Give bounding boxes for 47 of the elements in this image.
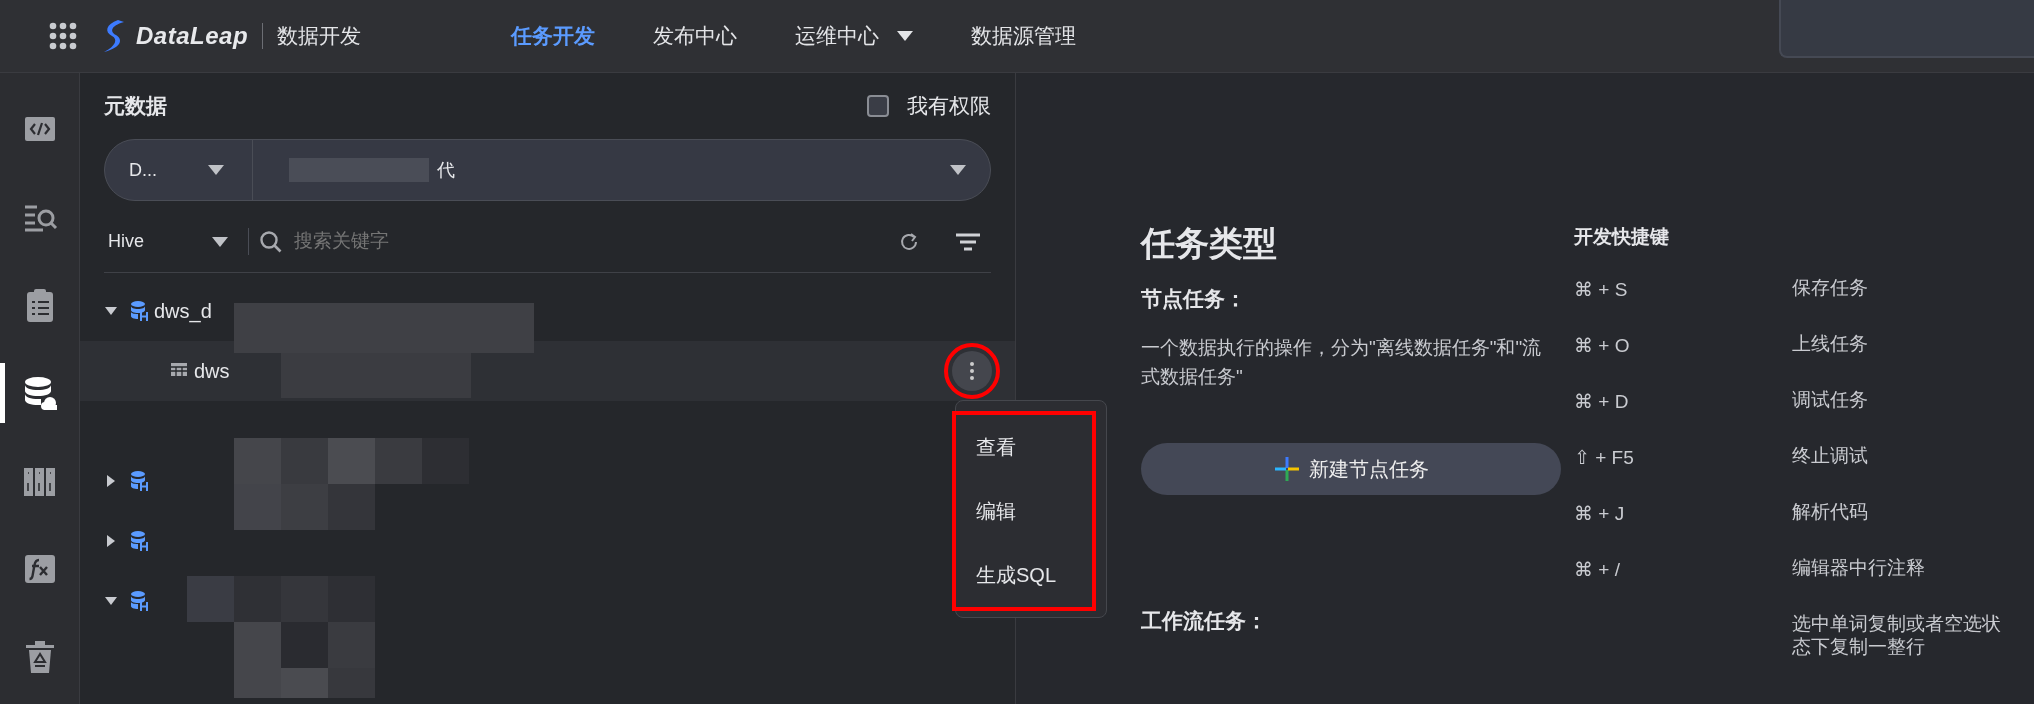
brand-name: DataLeap — [136, 21, 249, 51]
refresh-icon[interactable] — [898, 230, 920, 253]
nav-tab[interactable]: 运维中心 — [795, 20, 914, 52]
tree-label: dws — [194, 359, 230, 384]
section-heading: 节点任务： — [1141, 286, 1247, 312]
plus-icon — [1273, 456, 1300, 483]
database-icon — [130, 470, 148, 492]
permission-checkbox[interactable] — [867, 95, 889, 117]
section-title: 任务类型 — [1141, 223, 1278, 264]
menu-item[interactable]: 编辑 — [956, 479, 1092, 543]
kebab-icon — [970, 362, 974, 380]
checkbox-label: 我有权限 — [907, 93, 991, 120]
nav-tab[interactable]: 任务开发 — [511, 20, 596, 52]
section-heading: 工作流任务： — [1141, 608, 1268, 635]
shortcut-keys: ⌘ + / — [1574, 558, 1620, 580]
database-cloud-icon[interactable] — [22, 375, 58, 411]
shortcut-action: 调试任务 — [1792, 387, 1869, 412]
shortcut-keys: ⌘ + J — [1574, 502, 1625, 524]
search-field[interactable]: 搜索关键字 — [292, 226, 889, 257]
description-text: 一个数据执行的操作，分为"离线数据任务"和"流式数据任务" — [1141, 335, 1543, 389]
database-icon — [130, 300, 148, 322]
module-title: 数据开发 — [277, 23, 362, 50]
shortcut-keys: ⌘ + O — [1574, 334, 1630, 356]
nav-tab[interactable]: 数据源管理 — [971, 20, 1077, 52]
caret-icon — [212, 236, 228, 247]
engine-select[interactable]: Hive — [104, 228, 249, 255]
shortcut-keys: ⌘ + D — [1574, 390, 1629, 412]
shortcut-action: 编辑器中行注释 — [1792, 555, 1926, 580]
shortcut-action: 选中单词复制或者空选状态下复制一整行 — [1792, 611, 2002, 660]
tree-label: dws_d — [154, 299, 212, 325]
apps-grid-icon[interactable] — [48, 21, 78, 51]
search-icon — [259, 229, 283, 254]
new-task-button[interactable]: 新建节点任务 — [1141, 443, 1561, 496]
panel-title: 元数据 — [104, 93, 167, 120]
shortcut-action: 上线任务 — [1792, 331, 1869, 356]
shortcut-action: 保存任务 — [1792, 275, 1869, 300]
shortcut-keys: ⇧ + F5 — [1574, 446, 1634, 468]
menu-item[interactable]: 生成SQL — [956, 543, 1092, 607]
database-icon — [130, 530, 148, 552]
filter-icon[interactable] — [955, 231, 981, 252]
shortcut-keys: ⌘ + S — [1574, 278, 1628, 300]
shortcut-action: 终止调试 — [1792, 443, 1869, 468]
shortcuts-title: 开发快捷键 — [1574, 225, 1670, 249]
database-icon — [130, 590, 148, 612]
nav-tab[interactable]: 发布中心 — [653, 20, 738, 52]
shortcut-action: 解析代码 — [1792, 499, 1869, 524]
menu-item[interactable]: 查看 — [956, 415, 1092, 479]
